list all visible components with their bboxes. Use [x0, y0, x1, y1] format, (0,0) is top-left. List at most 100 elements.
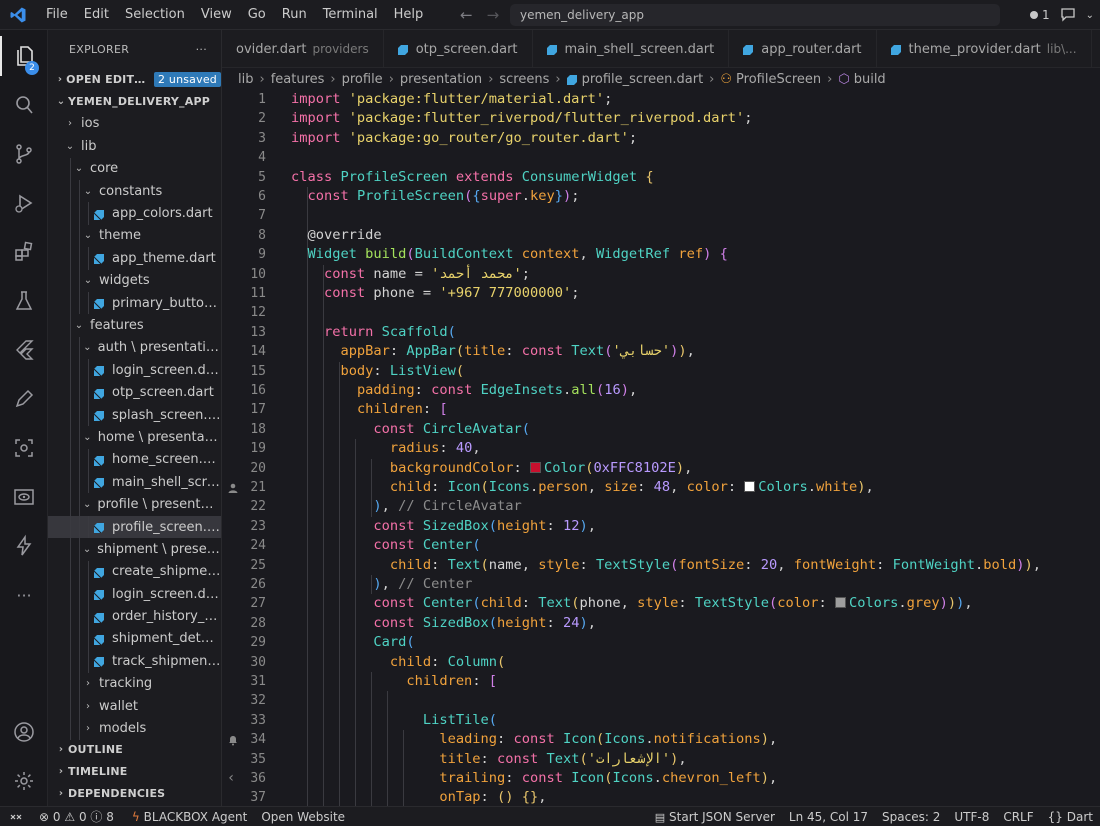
file-item[interactable]: order_history_scre...: [48, 605, 221, 628]
code-line[interactable]: 25 child: Text(name, style: TextStyle(fo…: [222, 556, 1100, 575]
code-line[interactable]: 26 ), // Center: [222, 575, 1100, 594]
folder-item[interactable]: ⌄ features: [48, 314, 221, 337]
folder-item[interactable]: › models: [48, 717, 221, 740]
code-line[interactable]: 14 appBar: AppBar(title: const Text('حسا…: [222, 342, 1100, 361]
breadcrumb-item[interactable]: lib: [238, 72, 253, 87]
blackbox-agent-button[interactable]: ϟ BLACKBOX Agent: [125, 810, 254, 824]
code-line[interactable]: 24 const Center(: [222, 536, 1100, 555]
run-debug-icon[interactable]: [0, 183, 48, 223]
lightning-icon[interactable]: [0, 526, 48, 566]
code-line[interactable]: 31 children: [: [222, 672, 1100, 691]
file-item[interactable]: create_shipment_s...: [48, 560, 221, 583]
code-line[interactable]: 12: [222, 303, 1100, 322]
folder-item[interactable]: ⌄ core: [48, 157, 221, 180]
code-line[interactable]: 7: [222, 206, 1100, 225]
open-website-button[interactable]: Open Website: [254, 810, 352, 824]
menu-item-help[interactable]: Help: [386, 0, 432, 30]
editor-tab[interactable]: ovider.dart providers: [222, 30, 384, 67]
breadcrumb-item[interactable]: build: [854, 72, 886, 87]
code-line[interactable]: 9 Widget build(BuildContext context, Wid…: [222, 245, 1100, 264]
code-line[interactable]: 29 Card(: [222, 633, 1100, 652]
forward-arrow-icon[interactable]: →: [487, 6, 500, 24]
file-item[interactable]: otp_screen.dart: [48, 381, 221, 404]
source-control-icon[interactable]: [0, 134, 48, 174]
notification-dot-icon[interactable]: 1: [1030, 8, 1050, 22]
open-editors-section[interactable]: › OPEN EDITORS 2 unsaved: [48, 68, 221, 90]
breadcrumb-item[interactable]: ProfileScreen: [736, 72, 821, 87]
folder-item[interactable]: ⌄ lib: [48, 135, 221, 157]
code-line[interactable]: 5 class ProfileScreen extends ConsumerWid…: [222, 168, 1100, 187]
breadcrumb-item[interactable]: profile: [342, 72, 383, 87]
menu-item-terminal[interactable]: Terminal: [315, 0, 386, 30]
encoding[interactable]: UTF-8: [947, 810, 996, 824]
code-line[interactable]: 15 body: ListView(: [222, 362, 1100, 381]
code-line[interactable]: 33 ListTile(: [222, 711, 1100, 730]
code-line[interactable]: 3 import 'package:go_router/go_router.dar…: [222, 129, 1100, 148]
file-item[interactable]: home_screen.dart: [48, 448, 221, 472]
breadcrumb-item[interactable]: features: [271, 72, 325, 87]
code-line[interactable]: 35 title: const Text('الإشعارات'),: [222, 750, 1100, 769]
folder-item[interactable]: › ios: [48, 113, 221, 135]
menu-item-view[interactable]: View: [193, 0, 240, 30]
file-item[interactable]: splash_screen.dart: [48, 403, 221, 427]
file-item[interactable]: login_screen.dart: [48, 359, 221, 382]
file-item[interactable]: primary_button.dart: [48, 291, 221, 315]
menu-item-selection[interactable]: Selection: [117, 0, 193, 30]
back-arrow-icon[interactable]: ←: [460, 6, 473, 24]
code-line[interactable]: 27 const Center(child: Text(phone, style…: [222, 594, 1100, 613]
code-line[interactable]: 2 import 'package:flutter_riverpod/flutte…: [222, 109, 1100, 128]
end-of-line[interactable]: CRLF: [996, 810, 1040, 824]
code-line[interactable]: 19 radius: 40,: [222, 439, 1100, 458]
indentation[interactable]: Spaces: 2: [875, 810, 947, 824]
outline-section[interactable]: › OUTLINE: [48, 738, 221, 760]
editor-tab[interactable]: app_router.dart: [729, 30, 877, 67]
code-line[interactable]: 36 ‹ trailing: const Icon(Icons.chevron_l…: [222, 769, 1100, 788]
menu-item-go[interactable]: Go: [240, 0, 274, 30]
testing-icon[interactable]: [0, 281, 48, 321]
code-line[interactable]: 23 const SizedBox(height: 12),: [222, 517, 1100, 536]
chevron-down-icon[interactable]: ⌄: [1086, 10, 1094, 21]
editor-tab[interactable]: main_shell_screen.dart: [533, 30, 730, 67]
code-line[interactable]: 28 const SizedBox(height: 24),: [222, 614, 1100, 633]
preview-icon[interactable]: [0, 477, 48, 517]
menu-item-run[interactable]: Run: [274, 0, 315, 30]
flutter-icon[interactable]: [0, 330, 48, 370]
cursor-position[interactable]: Ln 45, Col 17: [782, 810, 875, 824]
chat-icon[interactable]: [1060, 6, 1076, 25]
folder-item[interactable]: ⌄ widgets: [48, 269, 221, 292]
more-icon[interactable]: ···: [0, 575, 48, 615]
project-root[interactable]: ⌄ YEMEN_DELIVERY_APP: [48, 90, 221, 112]
file-item[interactable]: profile_screen.dart: [48, 515, 221, 539]
settings-gear-icon[interactable]: [0, 761, 48, 801]
code-line[interactable]: 18 const CircleAvatar(: [222, 420, 1100, 439]
code-line[interactable]: 17 children: [: [222, 400, 1100, 419]
search-icon[interactable]: [0, 85, 48, 125]
color-swatch[interactable]: [744, 481, 756, 492]
folder-item[interactable]: › wallet: [48, 694, 221, 718]
folder-item[interactable]: › tracking: [48, 672, 221, 695]
folder-item[interactable]: ⌄ home \ presentatio...: [48, 426, 221, 449]
account-icon[interactable]: [0, 712, 48, 752]
file-item[interactable]: login_screen.dart: [48, 582, 221, 606]
file-item[interactable]: app_theme.dart: [48, 247, 221, 270]
code-line[interactable]: 8 @override: [222, 226, 1100, 245]
timeline-section[interactable]: › TIMELINE: [48, 760, 221, 782]
code-line[interactable]: 34 leading: const Icon(Icons.notificatio…: [222, 730, 1100, 749]
problems-indicator[interactable]: ⊗ 0 ⚠ 0 ⓘ 8: [32, 808, 121, 825]
menu-item-file[interactable]: File: [38, 0, 76, 30]
breadcrumb-item[interactable]: presentation: [400, 72, 482, 87]
code-line[interactable]: 16 padding: const EdgeInsets.all(16),: [222, 381, 1100, 400]
code-line[interactable]: 11 const phone = '+967 777000000';: [222, 284, 1100, 303]
code-line[interactable]: 10 const name = 'محمد أحمد';: [222, 265, 1100, 284]
code-line[interactable]: 4: [222, 148, 1100, 167]
folder-item[interactable]: ⌄ shipment \ presenta...: [48, 538, 221, 561]
menu-item-edit[interactable]: Edit: [76, 0, 117, 30]
code-line[interactable]: 1 import 'package:flutter/material.dart';: [222, 90, 1100, 109]
extensions-icon[interactable]: [0, 232, 48, 272]
file-item[interactable]: app_colors.dart: [48, 202, 221, 225]
code-line[interactable]: 20 backgroundColor: Color(0xFFC8102E),: [222, 459, 1100, 478]
file-item[interactable]: shipment_details_...: [48, 627, 221, 651]
edit-icon[interactable]: [0, 379, 48, 419]
folder-item[interactable]: ⌄ auth \ presentation...: [48, 336, 221, 360]
code-editor[interactable]: 1 import 'package:flutter/material.dart';…: [222, 90, 1100, 806]
